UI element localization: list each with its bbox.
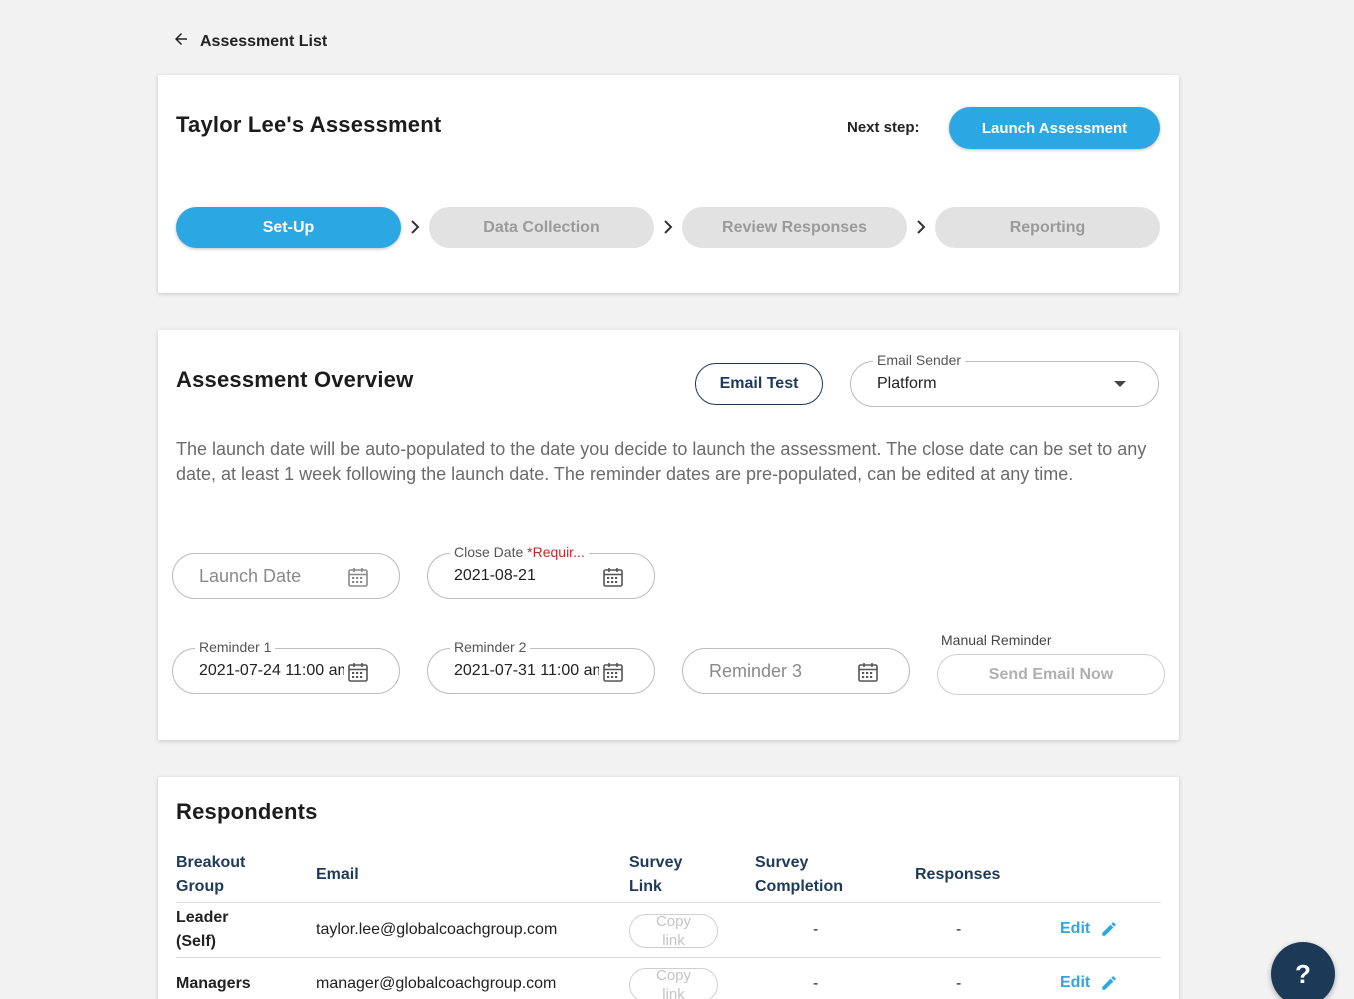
edit-label: Edit: [1060, 920, 1091, 937]
email-test-button[interactable]: Email Test: [695, 363, 823, 405]
step-reporting[interactable]: Reporting: [935, 207, 1160, 248]
table-divider: [176, 902, 1161, 903]
calendar-icon: [603, 568, 623, 587]
launch-date-field[interactable]: Launch Date: [172, 553, 400, 599]
arrow-left-icon: [172, 30, 190, 53]
calendar-icon: [348, 568, 368, 587]
step-review-responses[interactable]: Review Responses: [682, 207, 907, 248]
close-date-label: Close Date *Requir...: [450, 544, 589, 560]
pencil-icon: [1102, 922, 1116, 936]
row-2-group: Managers: [176, 975, 251, 992]
back-link[interactable]: Assessment List: [172, 30, 327, 53]
launch-assessment-button[interactable]: Launch Assessment: [949, 107, 1160, 149]
column-header-survey-link: Survey Link: [629, 854, 683, 895]
help-icon: ?: [1295, 958, 1311, 989]
send-email-now-button[interactable]: Send Email Now: [937, 654, 1165, 695]
row-1-group: Leader (Self): [176, 909, 229, 950]
copy-link-button[interactable]: Copy link: [629, 968, 718, 999]
row-2-responses: -: [956, 975, 962, 992]
manual-reminder-label: Manual Reminder: [941, 632, 1052, 648]
reminder-1-label: Reminder 1: [195, 639, 276, 655]
reminder-1-value: 2021-07-24 11:00 am: [199, 662, 344, 679]
column-header-breakout-group: Breakout Group: [176, 854, 246, 895]
chevron-right-icon: [917, 220, 926, 234]
edit-label: Edit: [1060, 974, 1091, 991]
chevron-right-icon: [664, 220, 673, 234]
calendar-icon: [603, 663, 623, 682]
table-divider: [176, 957, 1161, 958]
back-link-label: Assessment List: [200, 32, 328, 50]
launch-date-placeholder: Launch Date: [199, 565, 302, 586]
email-sender-label: Email Sender: [873, 352, 966, 368]
reminder-2-label: Reminder 2: [450, 639, 531, 655]
reminder-2-value: 2021-07-31 11:00 am: [454, 662, 599, 679]
calendar-icon: [858, 663, 878, 682]
email-sender-value: Platform: [877, 375, 937, 392]
close-date-field[interactable]: Close Date *Requir... 2021-08-21: [427, 544, 655, 599]
row-2-email: manager@globalcoachgroup.com: [316, 975, 557, 992]
dropdown-arrow-icon: [1114, 381, 1126, 387]
row-1-email: taylor.lee@globalcoachgroup.com: [316, 921, 558, 938]
email-sender-select[interactable]: Email Sender Platform: [850, 352, 1159, 407]
column-header-email: Email: [316, 866, 359, 883]
column-header-responses: Responses: [915, 866, 1001, 883]
overview-description: The launch date will be auto-populated t…: [176, 439, 1147, 484]
reminder-3-placeholder: Reminder 3: [709, 660, 803, 681]
pencil-icon: [1102, 976, 1116, 990]
row-2-completion: -: [813, 975, 819, 992]
calendar-icon: [348, 663, 368, 682]
respondents-title: Respondents: [176, 799, 318, 824]
reminder-1-field[interactable]: Reminder 1 2021-07-24 11:00 am: [172, 639, 400, 694]
reminder-2-field[interactable]: Reminder 2 2021-07-31 11:00 am: [427, 639, 655, 694]
edit-button[interactable]: Edit: [1060, 974, 1118, 992]
step-setup[interactable]: Set-Up: [176, 207, 401, 248]
reminder-3-field[interactable]: Reminder 3: [682, 648, 910, 694]
page-title: Taylor Lee's Assessment: [176, 112, 442, 137]
overview-title: Assessment Overview: [176, 367, 414, 392]
chevron-right-icon: [411, 220, 420, 234]
column-header-survey-completion: Survey Completion: [755, 854, 843, 895]
required-marker: *Requir...: [527, 544, 585, 560]
assessment-header-card: Taylor Lee's Assessment Next step: Launc…: [158, 75, 1179, 293]
respondents-card: Respondents Breakout Group Email Survey Li…: [158, 777, 1179, 999]
next-step-label: Next step:: [847, 119, 920, 136]
row-1-responses: -: [956, 921, 962, 938]
assessment-overview-card: Assessment Overview Email Test Email Sen…: [158, 330, 1179, 740]
step-data-collection[interactable]: Data Collection: [429, 207, 654, 248]
help-button[interactable]: ?: [1271, 942, 1335, 999]
row-1-completion: -: [813, 921, 819, 938]
copy-link-button[interactable]: Copy link: [629, 914, 718, 948]
edit-button[interactable]: Edit: [1060, 920, 1118, 938]
close-date-value: 2021-08-21: [454, 567, 536, 584]
